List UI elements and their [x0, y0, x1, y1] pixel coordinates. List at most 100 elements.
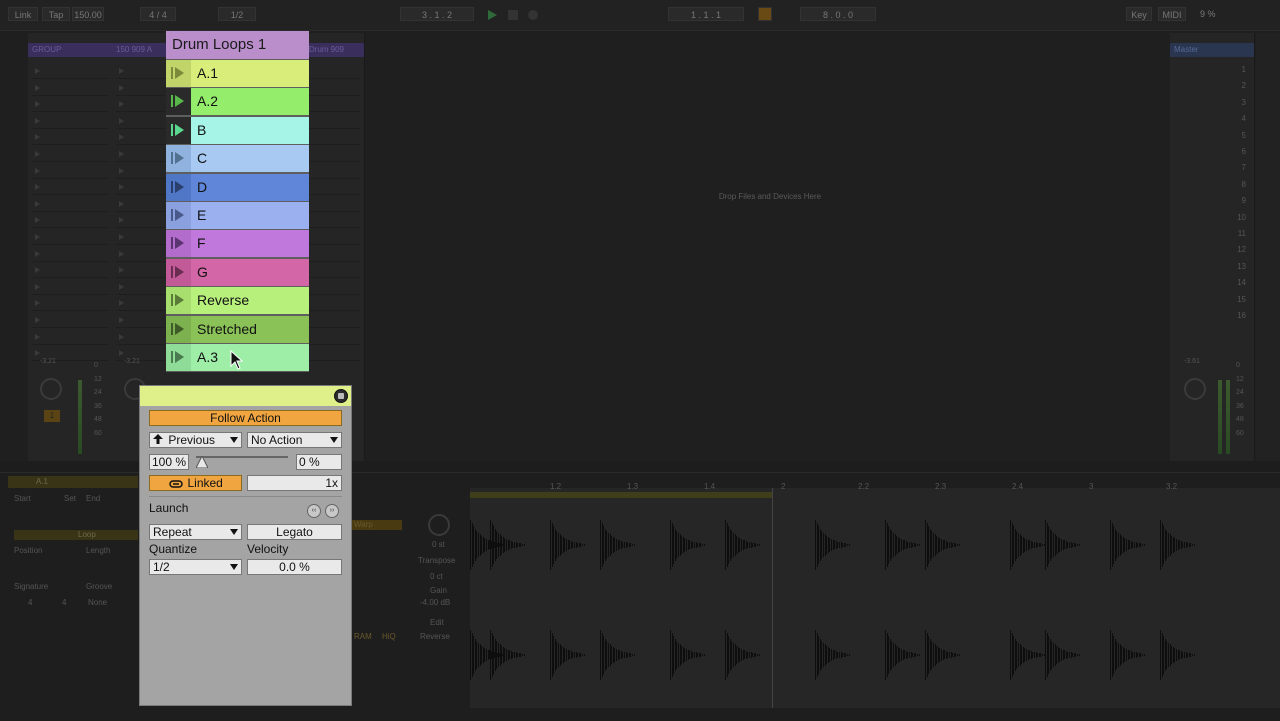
gain-value[interactable]: -4.00 dB [420, 598, 450, 607]
scene-number[interactable]: 11 [1216, 229, 1246, 238]
edit-button[interactable]: Edit [430, 618, 444, 627]
clip-slot[interactable] [32, 313, 108, 328]
clip-item[interactable]: A.1 [166, 60, 309, 87]
track-title[interactable]: GROUP [28, 43, 112, 57]
volume-readout[interactable]: -3.21 [40, 358, 56, 365]
tempo-field[interactable]: 150.00 [72, 7, 104, 21]
scene-number[interactable]: 5 [1216, 131, 1246, 140]
loop-start-field[interactable]: 1 . 1 . 1 [668, 7, 744, 21]
linked-button[interactable]: Linked [149, 475, 242, 491]
group-title[interactable]: Drum Loops 1 [166, 31, 309, 59]
clip-slot[interactable] [32, 213, 108, 229]
velocity-field[interactable]: 0.0 % [247, 559, 342, 575]
clip-item[interactable]: E [166, 202, 309, 229]
clip-item[interactable]: B [166, 116, 309, 144]
clip-slot[interactable] [32, 164, 108, 179]
scene-number[interactable]: 9 [1216, 196, 1246, 205]
scene-number[interactable]: 12 [1216, 245, 1246, 254]
ram-button[interactable]: RAM [354, 632, 372, 641]
clip-launch-button[interactable] [166, 60, 191, 87]
key-map-button[interactable]: Key [1126, 7, 1152, 21]
follow-action-a-select[interactable]: Previous [149, 432, 242, 448]
clip-launch-button[interactable] [166, 116, 191, 144]
master-title[interactable]: Master [1170, 43, 1254, 57]
clip-item[interactable]: A.2 [166, 88, 309, 116]
clip-item[interactable]: D [166, 173, 309, 201]
reverse-button[interactable]: Reverse [420, 632, 450, 641]
clip-item[interactable]: Stretched [166, 315, 309, 343]
clip-slot[interactable] [32, 197, 108, 212]
loop-length-field[interactable]: 8 . 0 . 0 [800, 7, 876, 21]
global-quantize-menu[interactable]: 1/2 [218, 7, 256, 21]
loop-end-marker[interactable] [772, 488, 773, 708]
clip-slot[interactable] [32, 263, 108, 279]
set-button[interactable]: Set [64, 494, 76, 503]
nudge-forward-icon[interactable]: ›› [325, 504, 339, 518]
clip-name[interactable]: A.1 [36, 477, 48, 486]
warp-button[interactable]: Warp [352, 520, 402, 530]
signature-field[interactable]: 4 / 4 [140, 7, 176, 21]
scene-scrollbar[interactable] [1256, 33, 1280, 461]
pan-knob[interactable] [40, 378, 62, 400]
clip-launch-button[interactable] [166, 344, 191, 371]
clip-slot[interactable] [32, 81, 108, 96]
clip-quantize-select[interactable]: 1/2 [149, 559, 242, 575]
clip-slot[interactable] [32, 280, 108, 295]
chance-b-field[interactable]: 0 % [296, 454, 342, 470]
clip-slot[interactable] [32, 180, 108, 196]
arrangement-position[interactable]: 3 . 1 . 2 [400, 7, 474, 21]
clip-launch-button[interactable] [166, 145, 191, 173]
clip-item[interactable]: C [166, 145, 309, 173]
close-icon[interactable] [334, 389, 348, 403]
scene-number[interactable]: 6 [1216, 147, 1246, 156]
chance-a-field[interactable]: 100 % [149, 454, 189, 470]
clip-launch-button[interactable] [166, 173, 191, 201]
nudge-back-icon[interactable]: ‹‹ [307, 504, 321, 518]
scene-number[interactable]: 13 [1216, 262, 1246, 271]
loop-brace[interactable] [470, 492, 772, 498]
waveform-display[interactable] [470, 488, 1280, 708]
scene-number[interactable]: 16 [1216, 311, 1246, 320]
clip-slot[interactable] [32, 296, 108, 312]
clip-slot[interactable] [32, 247, 108, 262]
play-icon[interactable] [488, 10, 497, 20]
follow-action-button[interactable]: Follow Action [149, 410, 342, 426]
signature-numerator[interactable]: 4 [28, 598, 32, 607]
scene-number[interactable]: 8 [1216, 180, 1246, 189]
link-button[interactable]: Link [8, 7, 38, 21]
launch-mode-select[interactable]: Repeat [149, 524, 242, 540]
scene-number[interactable]: 2 [1216, 81, 1246, 90]
clip-item[interactable]: Reverse [166, 287, 309, 315]
signature-denominator[interactable]: 4 [62, 598, 66, 607]
clip-slot[interactable] [32, 330, 108, 345]
clip-launch-button[interactable] [166, 202, 191, 229]
loop-button[interactable]: Loop [14, 530, 138, 540]
hiq-button[interactable]: HiQ [382, 632, 396, 641]
scene-number[interactable]: 4 [1216, 114, 1246, 123]
master-pan-knob[interactable] [1184, 378, 1206, 400]
tap-button[interactable]: Tap [42, 7, 70, 21]
clip-slot[interactable] [32, 64, 108, 79]
transpose-knob[interactable] [428, 514, 450, 536]
chance-slider-thumb[interactable] [195, 454, 209, 471]
clip-launch-button[interactable] [166, 230, 191, 258]
clip-launch-button[interactable] [166, 315, 191, 343]
clip-item[interactable]: G [166, 258, 309, 286]
multiplier-field[interactable]: 1x [247, 475, 342, 491]
master-volume-readout[interactable]: -3.61 [1184, 358, 1200, 365]
detune-value[interactable]: 0 ct [430, 572, 443, 581]
scene-number[interactable]: 7 [1216, 163, 1246, 172]
clip-launch-button[interactable] [166, 88, 191, 116]
transpose-value[interactable]: 0 st [432, 540, 445, 549]
clip-slot[interactable] [32, 147, 108, 162]
clip-launch-button[interactable] [166, 287, 191, 315]
legato-button[interactable]: Legato [247, 524, 342, 540]
follow-action-b-select[interactable]: No Action [247, 432, 342, 448]
clip-slot[interactable] [32, 97, 108, 113]
scene-number[interactable]: 10 [1216, 213, 1246, 222]
chance-slider-track[interactable] [196, 456, 288, 458]
clip-slot[interactable] [32, 114, 108, 129]
groove-menu[interactable]: None [88, 598, 107, 607]
loop-switch-icon[interactable] [758, 7, 772, 21]
scene-number[interactable]: 14 [1216, 278, 1246, 287]
